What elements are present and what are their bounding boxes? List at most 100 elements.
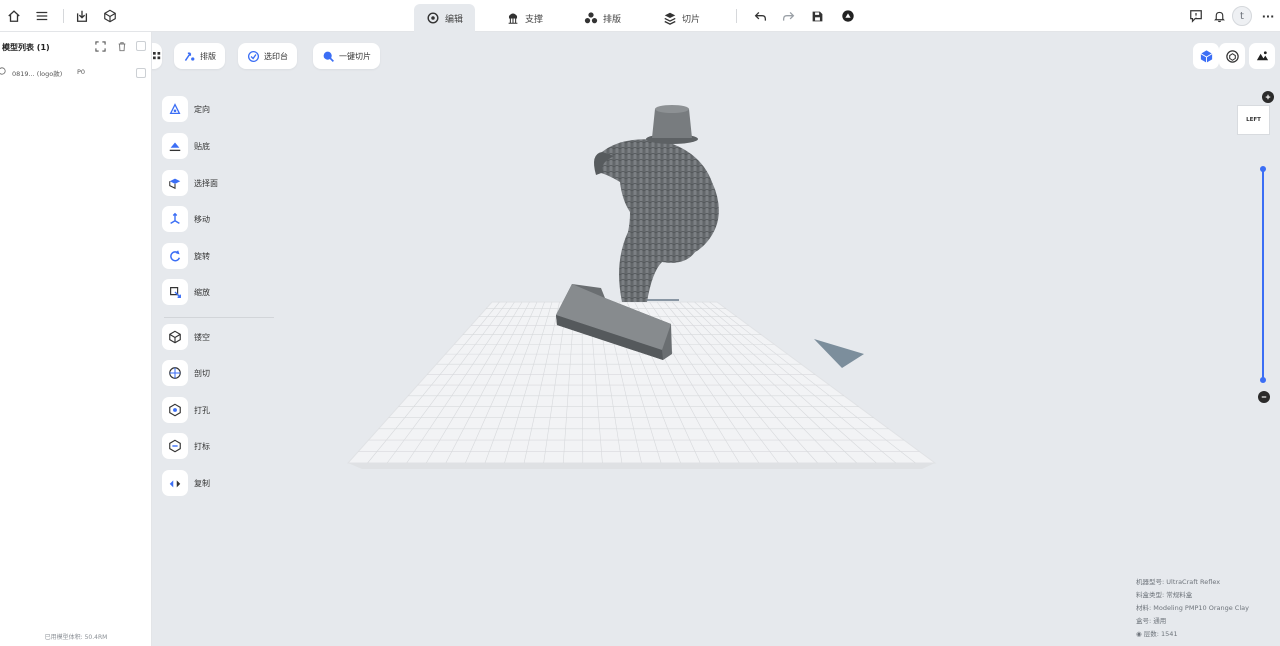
avatar[interactable]: t (1232, 6, 1252, 26)
scale-icon (170, 287, 181, 298)
tab-support[interactable]: 支撑 (494, 4, 555, 32)
tool-label: 打孔 (194, 405, 210, 415)
divider (63, 9, 64, 23)
cut-icon (169, 367, 181, 379)
select-face-icon (169, 178, 181, 190)
info-row-box: 盒号: 通用 (1136, 617, 1167, 625)
divider (736, 9, 737, 23)
punch-hole-icon (169, 403, 181, 417)
move-icon (170, 212, 180, 224)
model-view-button[interactable] (1219, 43, 1245, 69)
cube-icon[interactable] (101, 7, 119, 25)
camera-view-button[interactable] (1249, 43, 1275, 69)
info-row-material: 材料: Modeling PMP10 Orange Clay (1136, 604, 1249, 612)
tool-label: 复制 (194, 478, 210, 488)
model-list-panel: 模型列表 (1) 0819... (logo款) P0 已用模型体积: 50.4… (0, 32, 152, 646)
grid-icon (153, 51, 161, 59)
tab-label: 切片 (682, 14, 701, 25)
one-click-slice-label: 一键切片 (339, 51, 371, 61)
model-list-title: 模型列表 (1) (2, 43, 50, 52)
select-plate-button[interactable]: 选印台 (238, 43, 297, 69)
arrange-label: 排版 (200, 51, 216, 61)
camera-view-icon (1256, 50, 1268, 60)
undo-icon[interactable] (751, 7, 769, 25)
tool-label: 旋转 (194, 251, 210, 261)
support-icon (508, 13, 518, 24)
slice-icon (664, 12, 676, 25)
model-view-icon (1225, 49, 1239, 63)
model-list-header: 模型列表 (1) (0, 36, 152, 58)
tool-copy[interactable]: 复制 (162, 469, 210, 497)
expand-icon[interactable] (95, 41, 106, 54)
arrange-button[interactable]: 排版 (174, 43, 225, 69)
list-item[interactable]: 0819... (logo款) P0 (0, 64, 152, 82)
tool-rotate[interactable]: 旋转 (162, 242, 210, 270)
orient-icon (169, 103, 181, 115)
3d-viewport[interactable]: 排版 选印台 一键切片 定向 贴底 选择面 移动 旋转 缩放 镂空 剖切 打孔 … (152, 32, 1280, 646)
list-icon[interactable] (33, 7, 51, 25)
tool-label: 选择面 (194, 178, 218, 188)
lay-flat-icon (169, 142, 181, 152)
print-icon[interactable] (839, 7, 857, 25)
one-click-slice-icon (323, 51, 334, 62)
select-plate-label: 选印台 (264, 51, 288, 61)
volume-footer: 已用模型体积: 50.4RM (44, 634, 108, 641)
hollow-icon (169, 330, 181, 344)
rotate-icon (170, 250, 181, 262)
tab-edit[interactable]: 编辑 (414, 4, 476, 32)
tool-lay-flat[interactable]: 贴底 (162, 132, 210, 160)
arrange-icon (184, 52, 195, 61)
view-cube[interactable]: LEFT (1237, 105, 1270, 135)
tool-label: 定向 (194, 104, 210, 114)
bell-icon[interactable] (1210, 7, 1228, 25)
tab-slice[interactable]: 切片 (651, 4, 712, 32)
tool-label-mark[interactable]: 打标 (162, 432, 210, 460)
top-bar: 编辑 支撑 排版 切片 t ··· (0, 0, 1280, 32)
panel-toggle[interactable] (152, 43, 162, 69)
tool-orient[interactable]: 定向 (162, 95, 210, 123)
tool-label: 剖切 (194, 368, 210, 378)
layer-lower-handle[interactable] (1260, 377, 1266, 383)
more-icon[interactable]: ··· (1259, 7, 1277, 25)
layer-slider-track[interactable] (1262, 168, 1264, 382)
layers-icon: ◉ (1136, 630, 1144, 638)
feedback-icon[interactable] (1187, 7, 1205, 25)
layer-bottom-knob[interactable] (1258, 391, 1270, 403)
tool-select-face[interactable]: 选择面 (162, 169, 218, 197)
copy-icon (169, 480, 181, 488)
tools-divider (164, 317, 274, 318)
info-row-machine: 机器型号: UltraCraft Reflex (1136, 578, 1221, 586)
tool-cut[interactable]: 剖切 (162, 359, 210, 387)
tool-label: 打标 (194, 441, 210, 451)
tab-layout[interactable]: 排版 (572, 4, 633, 32)
tool-move[interactable]: 移动 (162, 205, 210, 233)
import-icon[interactable] (73, 7, 91, 25)
home-icon[interactable] (5, 7, 23, 25)
model-icon (0, 67, 6, 77)
model-checkbox[interactable] (136, 68, 146, 78)
tool-label: 贴底 (194, 141, 210, 151)
redo-icon[interactable] (779, 7, 797, 25)
edit-mode-icon (427, 12, 439, 24)
label-icon (169, 439, 181, 453)
one-click-slice-button[interactable]: 一键切片 (313, 43, 380, 69)
tool-label: 镂空 (194, 332, 210, 342)
layer-top-knob[interactable] (1262, 91, 1274, 103)
model-name: 0819... (logo款) (12, 70, 63, 78)
model-tag: P0 (77, 68, 86, 76)
tab-label: 编辑 (445, 14, 464, 25)
print-info: 机器型号: UltraCraft Reflex 料盒类型: 常规料盒 材料: M… (1136, 576, 1249, 641)
perspective-cube-icon (1200, 49, 1212, 63)
layout-icon (584, 12, 598, 24)
tab-label: 支撑 (525, 14, 544, 25)
perspective-button[interactable] (1193, 43, 1219, 69)
tool-label: 移动 (194, 214, 210, 224)
tool-scale[interactable]: 缩放 (162, 278, 210, 306)
select-all-checkbox[interactable] (136, 41, 146, 51)
delete-icon[interactable] (117, 41, 127, 54)
save-icon[interactable] (808, 7, 826, 25)
info-row-tank: 料盒类型: 常规料盒 (1136, 591, 1193, 599)
tool-label: 缩放 (194, 287, 210, 297)
tool-hollow[interactable]: 镂空 (162, 323, 210, 351)
tool-punch-hole[interactable]: 打孔 (162, 396, 210, 424)
